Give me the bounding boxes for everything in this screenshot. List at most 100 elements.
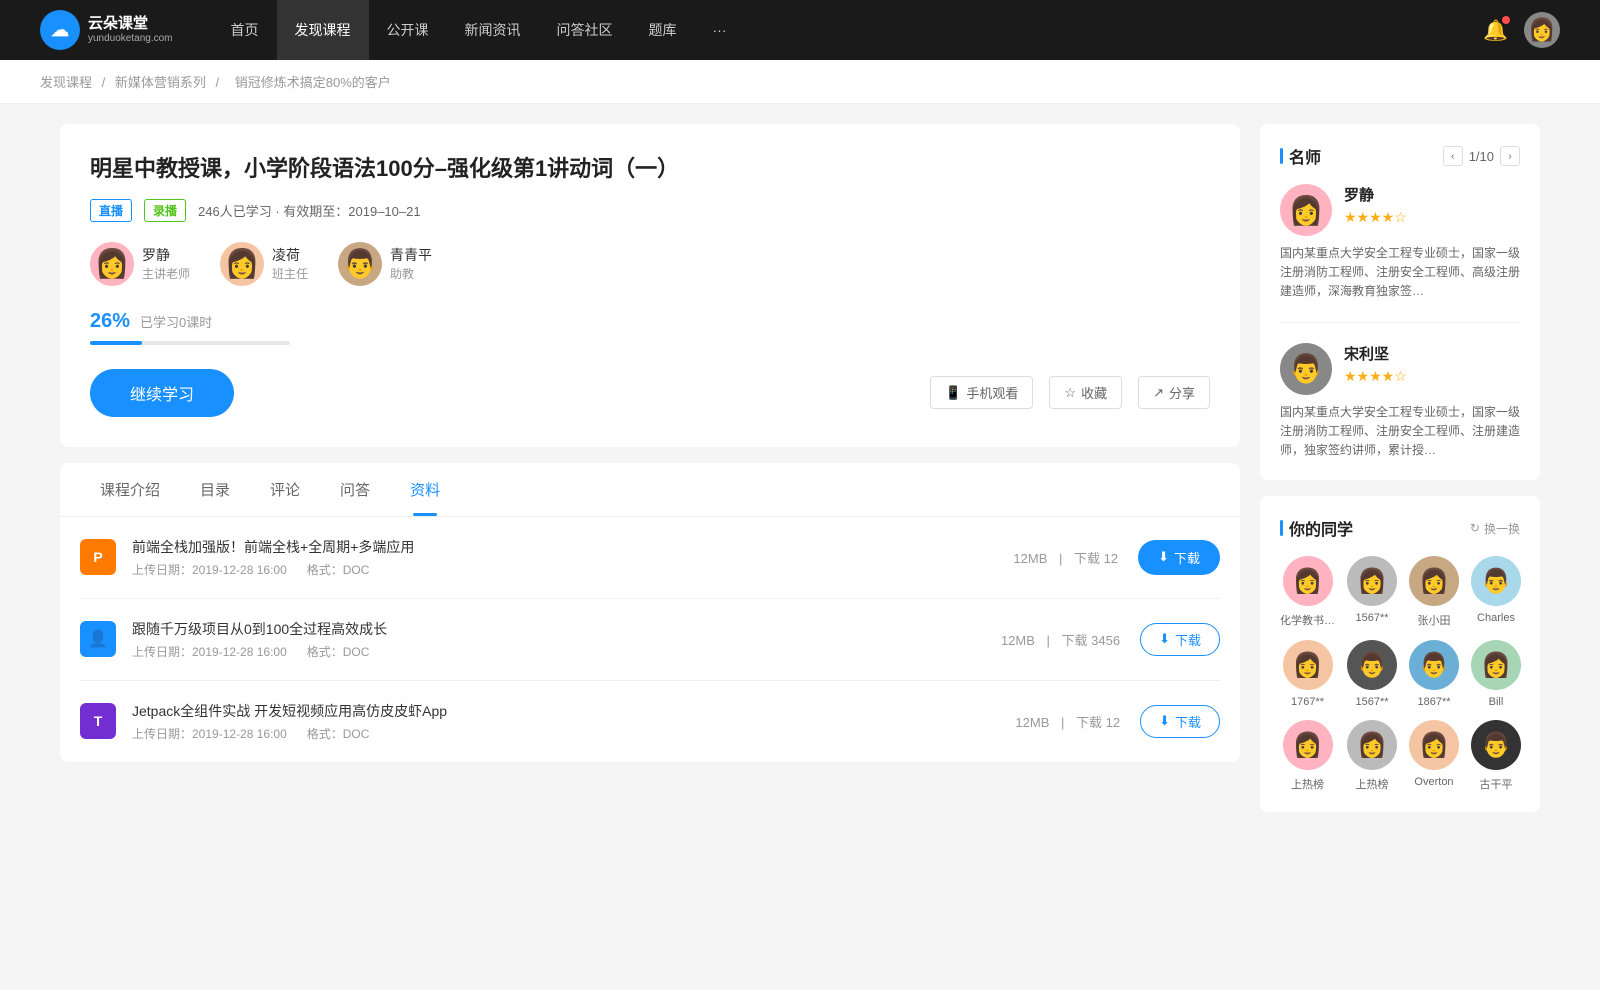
classmate-avatar-5: 👨	[1347, 640, 1397, 690]
download-button-2[interactable]: ⬇ 下载	[1140, 705, 1220, 738]
progress-section: 26% 已学习0课时	[90, 310, 1210, 345]
logo[interactable]: ☁ 云朵课堂 yunduoketang.com	[40, 10, 173, 50]
sidebar-teacher-top-1: 👨 宋利坚 ★★★★☆	[1280, 343, 1520, 395]
download-button-0[interactable]: ⬇ 下载	[1138, 540, 1220, 575]
left-content: 明星中教授课，小学阶段语法100分–强化级第1讲动词（一） 直播 录播 246人…	[60, 124, 1240, 828]
download-icon-2: ⬇	[1159, 713, 1170, 729]
classmate-avatar-1: 👩	[1347, 556, 1397, 606]
nav-home[interactable]: 首页	[213, 0, 277, 60]
classmate-name-0: 化学教书…	[1280, 612, 1335, 628]
classmate-8[interactable]: 👩 上热榜	[1280, 720, 1335, 792]
progress-percent: 26%	[90, 310, 130, 333]
classmate-name-1: 1567**	[1355, 612, 1388, 624]
resource-list: P 前端全栈加强版！前端全栈+全周期+多端应用 上传日期：2019-12-28 …	[60, 517, 1240, 762]
resource-info-1: 跟随千万级项目从0到100全过程高效成长 上传日期：2019-12-28 16:…	[132, 619, 981, 660]
teachers-sidebar-title: 名师	[1280, 144, 1321, 168]
header-right: 🔔 👩	[1483, 12, 1560, 48]
classmate-4[interactable]: 👩 1767**	[1280, 640, 1335, 708]
logo-text: 云朵课堂 yunduoketang.com	[88, 15, 173, 45]
classmates-grid: 👩 化学教书… 👩 1567** 👩 张小田 👨 Charles 👩	[1280, 556, 1520, 792]
nav-qa[interactable]: 问答社区	[539, 0, 631, 60]
sidebar-teacher-desc-0: 国内某重点大学安全工程专业硕士，国家一级注册消防工程师、注册安全工程师、高级注册…	[1280, 244, 1520, 302]
resource-stats-1: 12MB | 下载 3456	[997, 630, 1124, 649]
classmate-1[interactable]: 👩 1567**	[1347, 556, 1397, 628]
classmate-10[interactable]: 👩 Overton	[1409, 720, 1459, 792]
classmate-name-4: 1767**	[1291, 696, 1324, 708]
classmate-avatar-0: 👩	[1283, 556, 1333, 606]
action-buttons: 📱 手机观看 ☆ 收藏 ↗ 分享	[930, 376, 1210, 409]
collect-button[interactable]: ☆ 收藏	[1049, 376, 1122, 409]
bell-button[interactable]: 🔔	[1483, 18, 1508, 43]
tab-comments[interactable]: 评论	[250, 463, 320, 516]
teacher-0: 👩 罗静 主讲老师	[90, 242, 190, 286]
sidebar-teacher-desc-1: 国内某重点大学安全工程专业硕士，国家一级注册消防工程师、注册安全工程师、注册建造…	[1280, 403, 1520, 461]
resource-info-2: Jetpack全组件实战 开发短视频应用高仿皮皮虾App 上传日期：2019-1…	[132, 701, 995, 742]
refresh-icon: ↻	[1470, 521, 1480, 535]
classmate-11[interactable]: 👨 古干平	[1471, 720, 1521, 792]
notification-dot	[1502, 16, 1510, 24]
next-page-button[interactable]: ›	[1500, 146, 1520, 166]
tag-rec: 录播	[144, 199, 186, 222]
tab-resources[interactable]: 资料	[390, 463, 460, 516]
classmate-avatar-11: 👨	[1471, 720, 1521, 770]
star-icon: ☆	[1064, 385, 1076, 401]
resource-stats-0: 12MB | 下载 12	[1009, 548, 1122, 567]
prev-page-button[interactable]: ‹	[1443, 146, 1463, 166]
resource-name-2: Jetpack全组件实战 开发短视频应用高仿皮皮虾App	[132, 701, 995, 721]
nav-news[interactable]: 新闻资讯	[447, 0, 539, 60]
main-header: ☁ 云朵课堂 yunduoketang.com 首页 发现课程 公开课 新闻资讯…	[0, 0, 1600, 60]
classmate-name-3: Charles	[1477, 612, 1515, 624]
teacher-stars-1: ★★★★☆	[1344, 368, 1407, 385]
resource-icon-0: P	[80, 539, 116, 575]
breadcrumb-current: 销冠修炼术搞定80%的客户	[235, 75, 391, 90]
breadcrumb-series[interactable]: 新媒体营销系列	[115, 75, 206, 90]
mobile-icon: 📱	[945, 385, 961, 401]
share-button[interactable]: ↗ 分享	[1138, 376, 1210, 409]
classmate-0[interactable]: 👩 化学教书…	[1280, 556, 1335, 628]
teacher-info-0: 罗静 主讲老师	[142, 245, 190, 282]
nav-more[interactable]: ···	[695, 0, 745, 60]
resource-item-1: 👤 跟随千万级项目从0到100全过程高效成长 上传日期：2019-12-28 1…	[80, 599, 1220, 681]
mobile-view-button[interactable]: 📱 手机观看	[930, 376, 1033, 409]
tab-intro[interactable]: 课程介绍	[80, 463, 180, 516]
classmate-avatar-6: 👨	[1409, 640, 1459, 690]
resource-meta-1: 上传日期：2019-12-28 16:00 格式：DOC	[132, 643, 981, 660]
classmate-avatar-2: 👩	[1409, 556, 1459, 606]
classmate-3[interactable]: 👨 Charles	[1471, 556, 1521, 628]
classmates-sidebar-card: 你的同学 ↻ 换一换 👩 化学教书… 👩 1567** 👩 张小田	[1260, 496, 1540, 812]
course-title: 明星中教授课，小学阶段语法100分–强化级第1讲动词（一）	[90, 154, 1210, 185]
progress-bar-bg	[90, 341, 290, 345]
user-avatar[interactable]: 👩	[1524, 12, 1560, 48]
teachers-sidebar-header: 名师 ‹ 1/10 ›	[1280, 144, 1520, 168]
classmate-avatar-9: 👩	[1347, 720, 1397, 770]
teachers-sidebar-card: 名师 ‹ 1/10 › 👩 罗静 ★★★★☆ 国内某重点大学安全工程专业硕士，国…	[1260, 124, 1540, 480]
classmate-avatar-7: 👩	[1471, 640, 1521, 690]
continue-button[interactable]: 继续学习	[90, 369, 234, 417]
teacher-1: 👩 凌荷 班主任	[220, 242, 308, 286]
download-button-1[interactable]: ⬇ 下载	[1140, 623, 1220, 656]
resource-icon-1: 👤	[80, 621, 116, 657]
tabs-card: 课程介绍 目录 评论 问答 资料 P 前端全栈加强版！前端全栈+全周期+多端应用…	[60, 463, 1240, 762]
tab-qa[interactable]: 问答	[320, 463, 390, 516]
teacher-info-2: 青青平 助教	[390, 245, 432, 282]
resource-item-2: T Jetpack全组件实战 开发短视频应用高仿皮皮虾App 上传日期：2019…	[80, 681, 1220, 762]
classmate-5[interactable]: 👨 1567**	[1347, 640, 1397, 708]
classmate-name-10: Overton	[1414, 776, 1453, 788]
refresh-button[interactable]: ↻ 换一换	[1470, 520, 1520, 537]
resource-meta-2: 上传日期：2019-12-28 16:00 格式：DOC	[132, 725, 995, 742]
classmate-name-7: Bill	[1489, 696, 1504, 708]
share-icon: ↗	[1153, 385, 1164, 401]
classmate-6[interactable]: 👨 1867**	[1409, 640, 1459, 708]
classmate-7[interactable]: 👩 Bill	[1471, 640, 1521, 708]
nav-public[interactable]: 公开课	[369, 0, 447, 60]
tab-catalog[interactable]: 目录	[180, 463, 250, 516]
breadcrumb-discover[interactable]: 发现课程	[40, 75, 92, 90]
nav-discover[interactable]: 发现课程	[277, 0, 369, 60]
classmate-2[interactable]: 👩 张小田	[1409, 556, 1459, 628]
resource-name-1: 跟随千万级项目从0到100全过程高效成长	[132, 619, 981, 639]
sidebar-teacher-top-0: 👩 罗静 ★★★★☆	[1280, 184, 1520, 236]
breadcrumb: 发现课程 / 新媒体营销系列 / 销冠修炼术搞定80%的客户	[0, 60, 1600, 104]
page-info: 1/10	[1469, 149, 1494, 164]
nav-quiz[interactable]: 题库	[631, 0, 695, 60]
classmate-9[interactable]: 👩 上热榜	[1347, 720, 1397, 792]
